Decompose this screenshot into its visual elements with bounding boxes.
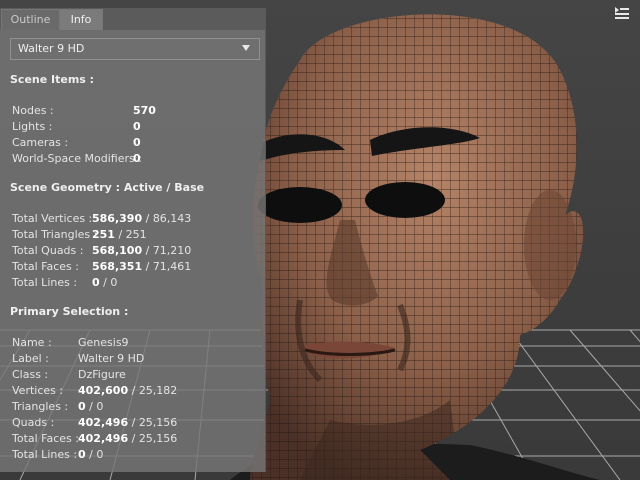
base-value: 71,461 xyxy=(152,260,192,273)
stat-value: Genesis9 xyxy=(78,336,129,349)
head-mesh xyxy=(250,14,584,480)
base-value: 25,156 xyxy=(138,432,178,445)
base-value: 86,143 xyxy=(152,212,192,225)
figure-dropdown-value: Walter 9 HD xyxy=(18,42,85,55)
stat-value: 0 xyxy=(133,120,141,133)
active-value: 568,100 xyxy=(92,244,143,257)
separator: / xyxy=(142,244,153,257)
stat-label: Total Lines : xyxy=(12,276,78,289)
separator: / xyxy=(142,260,153,273)
stat-value: Walter 9 HD xyxy=(78,352,145,365)
info-panel: Outline Info Walter 9 HD Scene Items : N… xyxy=(0,8,266,472)
figure-dropdown[interactable]: Walter 9 HD xyxy=(10,38,260,60)
active-value: 0 xyxy=(78,448,86,461)
separator: / xyxy=(99,276,111,289)
base-value: 0 xyxy=(96,448,104,461)
stat-value: 0 xyxy=(133,152,141,165)
stat-label: Nodes : xyxy=(12,104,54,117)
separator: / xyxy=(85,448,97,461)
scene-geometry-heading: Scene Geometry : Active / Base xyxy=(10,181,205,194)
active-value: 568,351 xyxy=(92,260,143,273)
stat-label: Total Quads : xyxy=(12,244,84,257)
scene-items-heading: Scene Items : xyxy=(10,73,95,86)
stat-label: Total Vertices : xyxy=(12,212,93,225)
stat-label: Name : xyxy=(12,336,52,349)
active-value: 402,600 xyxy=(78,384,129,397)
active-value: 0 xyxy=(92,276,100,289)
stat-label: World-Space Modifiers : xyxy=(12,152,142,165)
base-value: 251 xyxy=(125,228,147,241)
stat-label: Total Lines : xyxy=(12,448,78,461)
base-value: 25,182 xyxy=(138,384,178,397)
stat-value: 570 xyxy=(133,104,156,117)
viewport-menu-icon[interactable] xyxy=(614,6,630,20)
active-value: 251 xyxy=(92,228,115,241)
separator: / xyxy=(128,384,139,397)
stat-label: Class : xyxy=(12,368,49,381)
tab-outline[interactable]: Outline xyxy=(1,9,60,30)
separator: / xyxy=(114,228,126,241)
stat-label: Vertices : xyxy=(12,384,64,397)
tab-info[interactable]: Info xyxy=(59,9,103,30)
base-value: 71,210 xyxy=(152,244,192,257)
stat-label: Quads : xyxy=(12,416,55,429)
stat-label: Label : xyxy=(12,352,49,365)
separator: / xyxy=(128,416,139,429)
separator: / xyxy=(128,432,139,445)
active-value: 586,390 xyxy=(92,212,143,225)
stat-label: Total Triangles : xyxy=(12,228,98,241)
stat-label: Total Faces : xyxy=(12,432,79,445)
primary-selection-heading: Primary Selection : xyxy=(10,305,129,318)
stat-label: Lights : xyxy=(12,120,53,133)
chevron-down-icon xyxy=(242,45,250,51)
base-value: 25,156 xyxy=(138,416,178,429)
separator: / xyxy=(142,212,153,225)
stat-value: DzFigure xyxy=(78,368,126,381)
panel-tab-bar: Outline Info xyxy=(0,8,265,30)
stat-label: Cameras : xyxy=(12,136,69,149)
base-value: 0 xyxy=(96,400,104,413)
separator: / xyxy=(85,400,97,413)
stat-label: Triangles : xyxy=(12,400,69,413)
active-value: 402,496 xyxy=(78,432,129,445)
base-value: 0 xyxy=(110,276,118,289)
active-value: 0 xyxy=(78,400,86,413)
stat-label: Total Faces : xyxy=(12,260,79,273)
stat-value: 0 xyxy=(133,136,141,149)
active-value: 402,496 xyxy=(78,416,129,429)
